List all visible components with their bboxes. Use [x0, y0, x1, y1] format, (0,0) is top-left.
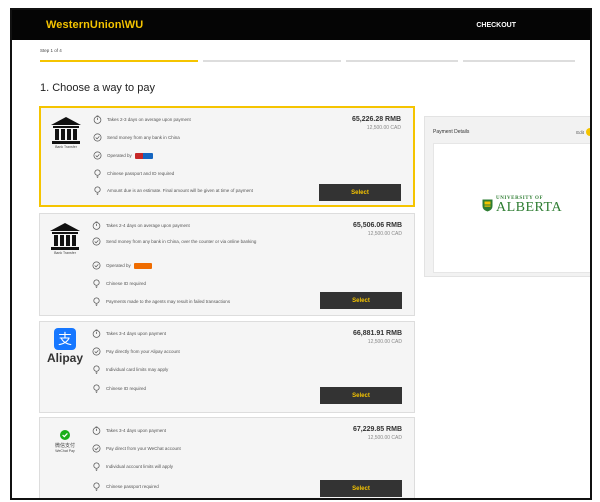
university-logo: UNIVERSITY OF ALBERTA: [482, 196, 562, 215]
amount-rmb: 67,229.85 RMB: [352, 426, 402, 433]
option-amount: 65,506.06 RMB 12,500.00 CAD: [312, 222, 402, 237]
payment-option-alipay[interactable]: 支 Alipay Takes 3-4 days upon payment Pay…: [39, 321, 415, 413]
feature-note: Amount due is an estimate. Final amount …: [93, 186, 303, 195]
wechat-pay-icon: [60, 430, 70, 440]
option-logo-caption: Bank Transfer: [55, 145, 77, 149]
option-amount: 66,881.91 RMB 12,500.00 CAD: [312, 330, 402, 345]
alipay-icon: 支: [54, 328, 76, 350]
edit-button[interactable]: Edit: [576, 128, 590, 136]
edit-icon: [586, 128, 590, 136]
amount-rmb: 66,881.91 RMB: [352, 330, 402, 337]
option-amount: 65,226.28 RMB 12,500.00 CAD: [311, 116, 401, 131]
check-circle-icon: [92, 237, 101, 246]
payment-option-bank-transfer-1[interactable]: Bank Transfer Takes 2-3 days on average …: [39, 106, 415, 207]
feature-note: Payments made to the agents may result i…: [92, 297, 302, 306]
svg-text:支: 支: [58, 332, 72, 348]
stopwatch-icon: [92, 221, 101, 230]
wechat-pay-caption-en: WeChat Pay: [55, 449, 75, 453]
bank-icon: [51, 117, 81, 144]
step-3-indicator: [346, 60, 458, 62]
feature-requirement: Chinese ID required: [92, 279, 302, 288]
institution-name-line2: ALBERTA: [496, 200, 563, 215]
feature-requirement: Chinese passport required: [92, 482, 302, 491]
feature-source: Send money from any bank in China, over …: [92, 237, 302, 246]
step-progress: Step 1 of 4: [26, 48, 577, 66]
check-circle-icon: [92, 347, 101, 356]
select-button[interactable]: Select: [320, 292, 402, 309]
select-button[interactable]: Select: [319, 184, 401, 201]
institution-card: UNIVERSITY OF ALBERTA: [433, 143, 590, 273]
feature-duration: Takes 3-4 days upon payment: [92, 426, 302, 435]
bank-icon: [50, 223, 80, 250]
option-logo: 微信支付 WeChat Pay: [44, 430, 86, 478]
feature-operator: Operated by: [93, 151, 303, 160]
amount-cad: 12,500.00 CAD: [367, 231, 402, 237]
feature-source: Send money from any bank in China: [93, 133, 303, 142]
feature-source: Pay direct from your WeChat account: [92, 444, 302, 453]
lightbulb-icon: [94, 186, 101, 195]
lightbulb-icon: [93, 279, 100, 288]
select-button[interactable]: Select: [320, 480, 402, 497]
payment-option-bank-transfer-2[interactable]: Bank Transfer Takes 2-4 days on average …: [39, 213, 415, 316]
lightbulb-icon: [93, 365, 100, 374]
feature-duration: Takes 2-4 days on average upon payment: [92, 221, 302, 230]
feature-limit: Individual card limits may apply: [92, 365, 302, 374]
option-logo: Bank Transfer: [44, 222, 86, 270]
amount-rmb: 65,226.28 RMB: [351, 116, 401, 123]
payment-details-panel: Payment Details Edit UNIVERSITY OF ALBER…: [424, 116, 590, 277]
option-logo: 支 Alipay: [44, 328, 86, 376]
feature-duration: Takes 3-4 days upon payment: [92, 329, 302, 338]
step-4-indicator: [463, 60, 575, 62]
feature-duration: Takes 2-3 days on average upon payment: [93, 115, 303, 124]
feature-requirement: Chinese ID required: [92, 384, 302, 393]
lightbulb-icon: [93, 297, 100, 306]
lightbulb-icon: [93, 384, 100, 393]
check-circle-icon: [93, 133, 102, 142]
stopwatch-icon: [93, 115, 102, 124]
operator-logo: [134, 153, 153, 159]
lightbulb-icon: [93, 462, 100, 471]
option-logo-caption: Bank Transfer: [54, 251, 76, 255]
step-2-indicator: [203, 60, 341, 62]
feature-limit: Individual account limits will apply: [92, 462, 302, 471]
amount-cad: 12,500.00 CAD: [366, 125, 401, 131]
stopwatch-icon: [92, 426, 101, 435]
check-circle-icon: [92, 444, 101, 453]
step-label: Step 1 of 4: [40, 48, 62, 53]
payment-option-wechat-pay[interactable]: 微信支付 WeChat Pay Takes 3-4 days upon paym…: [39, 417, 415, 498]
lightbulb-icon: [94, 169, 101, 178]
amount-cad: 12,500.00 CAD: [367, 339, 402, 345]
select-button[interactable]: Select: [320, 387, 402, 404]
payment-details-title: Payment Details: [433, 129, 470, 135]
amount-cad: 12,500.00 CAD: [367, 435, 402, 441]
top-bar: WesternUnion\WU CHECKOUT: [12, 10, 590, 40]
feature-requirement: Chinese passport and ID required: [93, 169, 303, 178]
option-amount: 67,229.85 RMB 12,500.00 CAD: [312, 426, 402, 441]
option-logo: Bank Transfer: [45, 116, 87, 164]
operator-logo: [133, 263, 152, 269]
stopwatch-icon: [92, 329, 101, 338]
check-circle-icon: [92, 261, 101, 270]
section-title: 1. Choose a way to pay: [40, 82, 155, 94]
amount-rmb: 65,506.06 RMB: [352, 222, 402, 229]
lightbulb-icon: [93, 482, 100, 491]
wechat-pay-caption-cn: 微信支付: [54, 443, 75, 449]
checkout-window: WesternUnion\WU CHECKOUT Step 1 of 4 1. …: [10, 8, 592, 500]
checkout-label: CHECKOUT: [476, 21, 516, 29]
feature-operator: Operated by: [92, 261, 302, 270]
check-circle-icon: [93, 151, 102, 160]
step-1-indicator: [40, 60, 198, 62]
feature-source: Pay directly from your Alipay account: [92, 347, 302, 356]
western-union-logo[interactable]: WesternUnion\WU: [46, 19, 143, 31]
alipay-logo-text: Alipay: [46, 351, 83, 365]
shield-icon: [482, 199, 493, 212]
